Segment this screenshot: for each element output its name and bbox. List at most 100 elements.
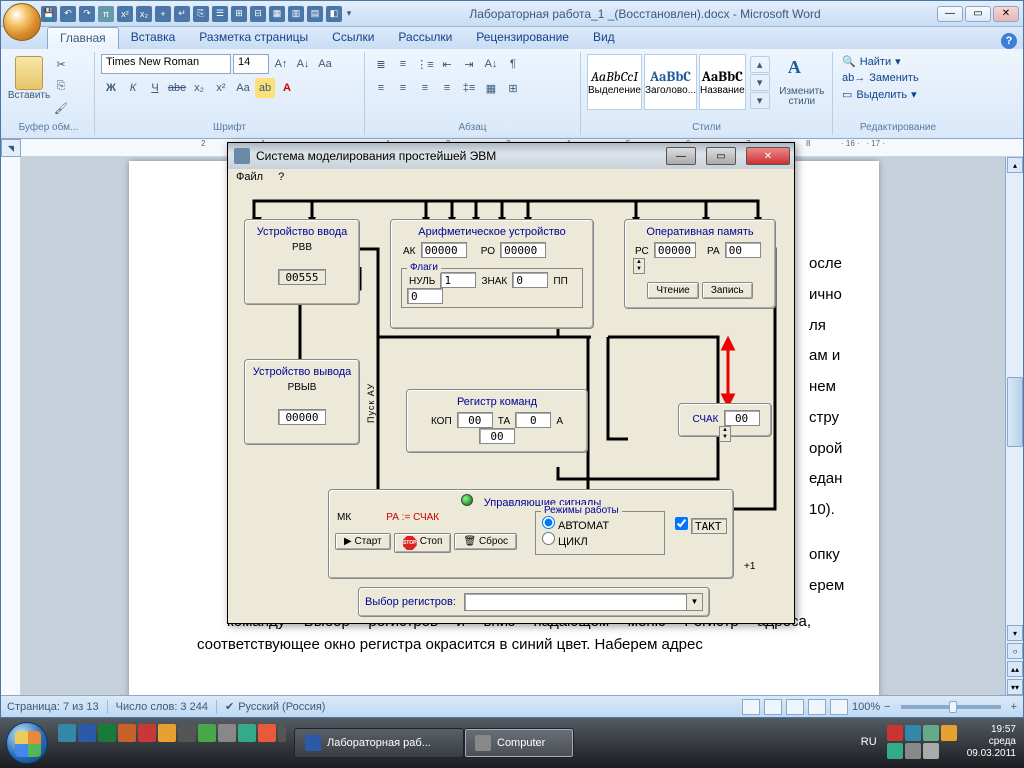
- reset-button[interactable]: 🗑 Сброс: [454, 533, 517, 550]
- tray-icon[interactable]: [887, 725, 903, 741]
- status-page[interactable]: Страница: 7 из 13: [7, 701, 99, 713]
- schak-spinner[interactable]: ▲▼: [719, 426, 731, 442]
- office-button[interactable]: [3, 3, 41, 41]
- ta-field[interactable]: 0: [515, 412, 551, 428]
- style-item[interactable]: AaBbCcI Выделение: [587, 54, 642, 110]
- multilevel-icon[interactable]: ⋮≡: [415, 54, 435, 74]
- align-right-icon[interactable]: ≡: [415, 78, 435, 98]
- status-language[interactable]: Русский (Россия): [238, 701, 325, 713]
- rvv-field[interactable]: 00555: [278, 269, 326, 285]
- zoom-level[interactable]: 100%: [852, 701, 880, 713]
- shading-icon[interactable]: ▦: [481, 78, 501, 98]
- superscript-button[interactable]: x²: [211, 78, 231, 98]
- ql-ppt-icon[interactable]: [118, 724, 136, 742]
- select-button[interactable]: ▭Выделить ▾: [839, 87, 957, 102]
- scroll-down-icon[interactable]: ▾: [1007, 625, 1023, 641]
- start-button[interactable]: ▶ Старт: [335, 533, 391, 550]
- paste-button[interactable]: Вставить: [9, 56, 49, 116]
- vertical-ruler[interactable]: [1, 157, 21, 695]
- indent-dec-icon[interactable]: ⇤: [437, 54, 457, 74]
- tab-insert[interactable]: Вставка: [119, 27, 188, 49]
- ql-excel-icon[interactable]: [98, 724, 116, 742]
- ql-icon[interactable]: [58, 724, 76, 742]
- close-button[interactable]: ✕: [993, 6, 1019, 22]
- a-field[interactable]: 00: [479, 428, 515, 444]
- scroll-up-icon[interactable]: ▴: [1007, 157, 1023, 173]
- zoom-slider[interactable]: [901, 705, 1001, 709]
- grow-font-icon[interactable]: A↑: [271, 54, 291, 74]
- mode-auto-radio[interactable]: [542, 516, 555, 529]
- language-indicator[interactable]: RU: [855, 736, 883, 748]
- tray-icon[interactable]: [923, 743, 939, 759]
- indent-inc-icon[interactable]: ⇥: [459, 54, 479, 74]
- ro-field[interactable]: 00000: [500, 242, 546, 258]
- view-print-layout-icon[interactable]: [742, 699, 760, 715]
- minimize-button[interactable]: —: [937, 6, 963, 22]
- read-button[interactable]: Чтение: [647, 282, 698, 299]
- kop-field[interactable]: 00: [457, 412, 493, 428]
- clear-format-icon[interactable]: Aa: [315, 54, 335, 74]
- maximize-button[interactable]: ▭: [965, 6, 991, 22]
- qat-save-icon[interactable]: 💾: [41, 6, 57, 22]
- nul-field[interactable]: 1: [440, 272, 476, 288]
- rs-field[interactable]: 00000: [654, 242, 696, 258]
- change-styles-button[interactable]: A Изменить стили: [778, 57, 826, 107]
- scroll-thumb[interactable]: [1007, 377, 1023, 447]
- tray-icon[interactable]: [905, 725, 921, 741]
- spellcheck-icon[interactable]: ✔: [225, 700, 234, 713]
- styles-more-icon[interactable]: ▾: [750, 92, 770, 109]
- clock[interactable]: 19:57 среда 09.03.2011: [967, 724, 1016, 760]
- underline-button[interactable]: Ч: [145, 78, 165, 98]
- bold-button[interactable]: Ж: [101, 78, 121, 98]
- qat-icon[interactable]: x²: [117, 6, 133, 22]
- write-button[interactable]: Запись: [702, 282, 753, 299]
- zoom-in-icon[interactable]: +: [1011, 701, 1017, 713]
- help-icon[interactable]: ?: [1001, 33, 1017, 49]
- qat-icon[interactable]: ↵: [174, 6, 190, 22]
- qat-icon[interactable]: ▦: [269, 6, 285, 22]
- next-page-icon[interactable]: ▾▾: [1007, 679, 1023, 695]
- italic-button[interactable]: К: [123, 78, 143, 98]
- prev-page-icon[interactable]: ▴▴: [1007, 661, 1023, 677]
- sim-minimize-button[interactable]: —: [666, 147, 696, 165]
- font-size-combo[interactable]: 14: [233, 54, 269, 74]
- ak-field[interactable]: 00000: [421, 242, 467, 258]
- ql-expand-icon[interactable]: [278, 724, 286, 742]
- borders-icon[interactable]: ⊞: [503, 78, 523, 98]
- qat-icon[interactable]: ▤: [307, 6, 323, 22]
- font-name-combo[interactable]: Times New Roman: [101, 54, 231, 74]
- replace-button[interactable]: ab→Заменить: [839, 71, 957, 85]
- ql-icon[interactable]: [138, 724, 156, 742]
- regsel-dropdown[interactable]: ▼: [464, 593, 703, 611]
- qat-icon[interactable]: ☰: [212, 6, 228, 22]
- start-button[interactable]: [6, 722, 48, 764]
- sim-menu-file[interactable]: Файл: [236, 171, 263, 183]
- tab-page-layout[interactable]: Разметка страницы: [187, 27, 320, 49]
- bullets-icon[interactable]: ≣: [371, 54, 391, 74]
- mode-cycle-radio[interactable]: [542, 532, 555, 545]
- rvyv-field[interactable]: 00000: [278, 409, 326, 425]
- view-full-screen-icon[interactable]: [764, 699, 782, 715]
- ra-spinner[interactable]: ▲▼: [633, 258, 645, 274]
- shrink-font-icon[interactable]: A↓: [293, 54, 313, 74]
- tab-review[interactable]: Рецензирование: [464, 27, 581, 49]
- qat-icon[interactable]: π: [98, 6, 114, 22]
- status-words[interactable]: Число слов: 3 244: [116, 701, 208, 713]
- style-item[interactable]: AaBbC Заголово...: [644, 54, 697, 110]
- highlight-button[interactable]: ab: [255, 78, 275, 98]
- qat-undo-icon[interactable]: ↶: [60, 6, 76, 22]
- dropdown-arrow-icon[interactable]: ▼: [686, 594, 702, 610]
- change-case-button[interactable]: Aa: [233, 78, 253, 98]
- styles-up-icon[interactable]: ▴: [750, 56, 770, 73]
- ql-utorrent-icon[interactable]: [238, 724, 256, 742]
- find-button[interactable]: 🔍Найти ▾: [839, 54, 957, 69]
- qat-icon[interactable]: ◧: [326, 6, 342, 22]
- qat-icon[interactable]: ⊟: [250, 6, 266, 22]
- align-left-icon[interactable]: ≡: [371, 78, 391, 98]
- view-web-icon[interactable]: [786, 699, 804, 715]
- tray-icon[interactable]: [941, 725, 957, 741]
- numbering-icon[interactable]: ≡: [393, 54, 413, 74]
- qat-icon[interactable]: ⊞: [231, 6, 247, 22]
- show-marks-icon[interactable]: ¶: [503, 54, 523, 74]
- ql-icon[interactable]: [158, 724, 176, 742]
